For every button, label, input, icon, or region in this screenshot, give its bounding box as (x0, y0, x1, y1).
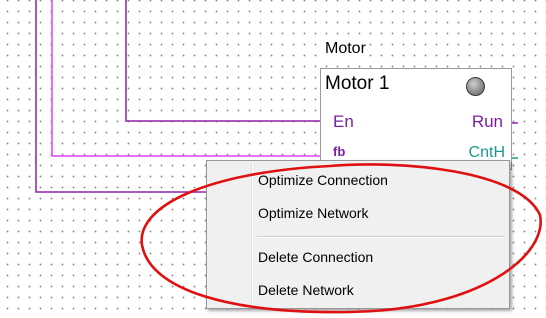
context-menu: Optimize Connection Optimize Network Del… (206, 160, 510, 309)
menu-item-optimize-connection[interactable]: Optimize Connection (210, 168, 506, 192)
menu-item-optimize-network[interactable]: Optimize Network (210, 201, 506, 225)
wire-outer[interactable] (35, 0, 210, 193)
block-type-label: Motor (322, 40, 369, 58)
motor-block[interactable]: Motor 1 En Run fb CntH (320, 68, 512, 170)
status-lamp-icon (466, 77, 485, 96)
menu-separator (257, 236, 505, 238)
pin-fb[interactable]: fb (333, 144, 345, 159)
block-name: Motor 1 (325, 73, 390, 94)
pin-en[interactable]: En (333, 112, 354, 132)
pin-run[interactable]: Run (472, 112, 503, 132)
menu-item-delete-connection[interactable]: Delete Connection (210, 245, 506, 269)
menu-item-delete-network[interactable]: Delete Network (210, 278, 506, 302)
wire-en[interactable] (125, 0, 331, 122)
wire-fb[interactable] (51, 0, 331, 157)
